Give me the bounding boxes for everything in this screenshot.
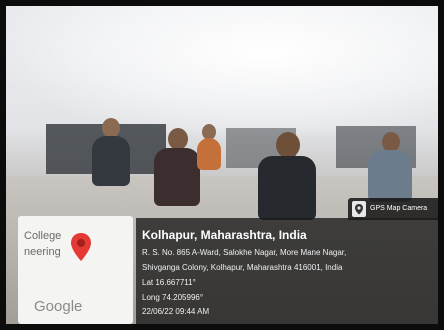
person [362, 132, 418, 204]
badge-label: GPS Map Camera [370, 205, 428, 212]
person [248, 132, 326, 222]
latitude: Lat 16.667711° [142, 278, 196, 287]
gps-map-camera-icon [352, 201, 366, 217]
photo-frame: College neering Google GPS Map Camera Ko… [0, 0, 444, 330]
map-label: College [24, 230, 62, 242]
person [194, 124, 224, 170]
google-logo: Google [34, 298, 83, 315]
address-line: Shivganga Colony, Kolhapur, Maharashtra … [142, 263, 343, 272]
map-thumbnail: College neering Google [18, 216, 133, 324]
map-label: neering [24, 246, 61, 258]
gps-map-camera-badge: GPS Map Camera [348, 198, 438, 220]
location-overlay: Kolhapur, Maharashtra, India R. S. No. 8… [136, 218, 438, 324]
photo: College neering Google GPS Map Camera Ko… [6, 6, 438, 324]
longitude: Long 74.205996° [142, 293, 204, 302]
datetime: 22/06/22 09:44 AM [142, 307, 210, 316]
person [86, 118, 136, 188]
wall-light [6, 6, 438, 136]
map-pin-icon [71, 233, 91, 261]
address-line: R. S. No. 865 A-Ward, Salokhe Nagar, Mor… [142, 248, 347, 257]
location-title: Kolhapur, Maharashtra, India [142, 228, 307, 242]
